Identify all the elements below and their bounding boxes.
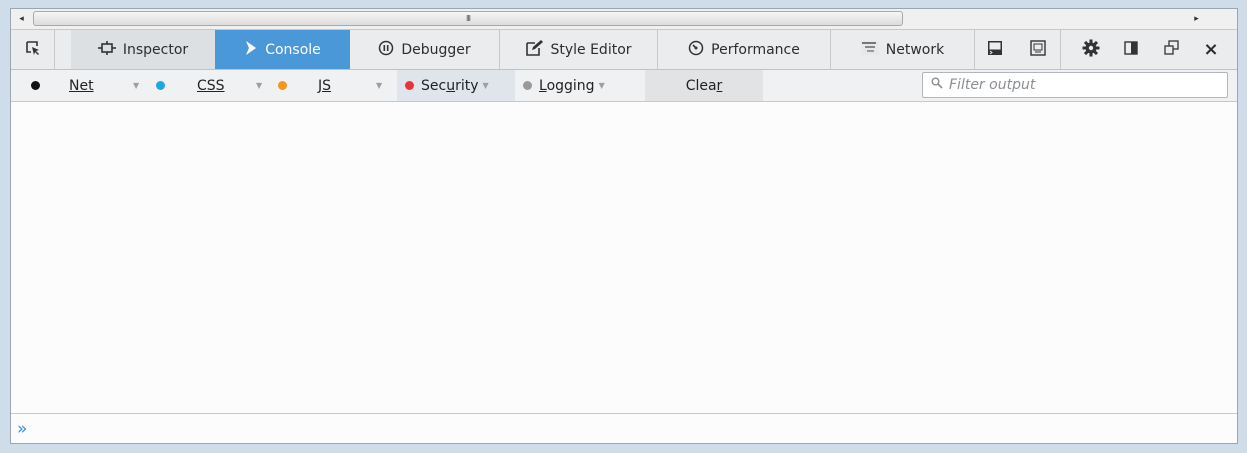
filter-css-dropdown[interactable]: ▼ [256, 70, 262, 101]
chevron-down-icon: ▼ [133, 81, 140, 90]
performance-icon [688, 40, 704, 59]
devtools-toolbar: Inspector Console Debugger Style Editor … [11, 30, 1237, 70]
tab-console[interactable]: Console [215, 30, 350, 69]
js-dot-icon [278, 81, 287, 90]
settings-icon [1082, 39, 1100, 61]
clear-button[interactable]: Clear [645, 70, 763, 101]
chevron-down-icon: ▼ [256, 81, 263, 90]
scroll-left-icon[interactable]: ◂ [13, 9, 30, 29]
filter-css-label: CSS [197, 77, 225, 94]
console-input[interactable] [35, 420, 1237, 437]
chevron-down-icon: ▼ [376, 81, 383, 90]
settings-button[interactable] [1071, 30, 1111, 69]
filter-js-label: JS [318, 77, 332, 94]
filter-logging-label: Logging [539, 77, 595, 94]
filter-js-dropdown[interactable]: ▼ [376, 70, 382, 101]
tab-style-editor-label: Style Editor [550, 41, 632, 58]
filter-logging-button[interactable]: Logging ▼ [523, 70, 605, 101]
filter-net-dot [31, 70, 40, 101]
horizontal-scrollbar[interactable]: ◂ III ▸ [11, 9, 1237, 30]
dock-side-icon [1124, 40, 1138, 59]
inspector-icon [97, 41, 116, 58]
tab-network[interactable]: Network [831, 30, 975, 69]
dock-side-button[interactable] [1111, 30, 1151, 69]
style-editor-icon [525, 39, 544, 60]
filter-net-label: Net [69, 77, 94, 94]
close-icon: × [1203, 39, 1219, 60]
filter-net-dropdown[interactable]: ▼ [133, 70, 139, 101]
pick-element-button[interactable] [11, 30, 55, 69]
split-console-icon [987, 40, 1003, 60]
logging-dot-icon [523, 81, 532, 90]
scroll-right-icon[interactable]: ▸ [1188, 9, 1205, 29]
close-button[interactable]: × [1191, 30, 1231, 69]
console-icon [244, 40, 258, 59]
console-output[interactable] [11, 102, 1237, 413]
network-icon [860, 41, 879, 58]
filter-net-button[interactable]: Net [69, 70, 94, 101]
chevron-down-icon: ▼ [598, 81, 605, 90]
scratchpad-icon [1029, 39, 1046, 60]
console-prompt-icon: » [17, 418, 28, 439]
tab-console-label: Console [265, 41, 321, 58]
debugger-icon [378, 40, 394, 59]
filter-js-button[interactable]: JS [318, 70, 331, 101]
tab-debugger[interactable]: Debugger [350, 30, 500, 69]
console-filter-bar: Net ▼ CSS ▼ JS ▼ Security ▼ Logging ▼ Cl… [11, 70, 1237, 102]
filter-css-dot [156, 70, 165, 101]
tab-performance[interactable]: Performance [658, 30, 831, 69]
devtools-window: ◂ III ▸ Inspector Console Debugger Style… [10, 8, 1238, 444]
console-input-line[interactable]: » [11, 413, 1237, 443]
split-console-button[interactable] [975, 30, 1015, 69]
clear-label: Clear [685, 77, 723, 94]
tab-inspector-label: Inspector [122, 41, 189, 58]
pick-element-icon [25, 40, 41, 60]
security-dot-icon [405, 81, 414, 90]
filter-output-search[interactable] [922, 72, 1228, 98]
filter-security-button[interactable]: Security ▼ [397, 70, 515, 101]
filter-output-input[interactable] [943, 77, 1209, 93]
tab-debugger-label: Debugger [401, 41, 471, 58]
undock-button[interactable] [1151, 30, 1191, 69]
tab-network-label: Network [885, 41, 945, 58]
undock-icon [1163, 40, 1179, 59]
scrollbar-grip: III [465, 14, 471, 23]
tab-performance-label: Performance [711, 41, 800, 58]
css-dot-icon [156, 81, 165, 90]
net-dot-icon [31, 81, 40, 90]
scratchpad-button[interactable] [1015, 30, 1061, 69]
filter-js-dot [278, 70, 287, 101]
chevron-down-icon: ▼ [482, 81, 489, 90]
scrollbar-thumb[interactable]: III [33, 11, 903, 26]
filter-css-button[interactable]: CSS [197, 70, 225, 101]
tab-inspector[interactable]: Inspector [71, 30, 215, 69]
filter-security-label: Security [421, 77, 479, 94]
tab-style-editor[interactable]: Style Editor [500, 30, 658, 69]
search-icon [931, 77, 943, 93]
